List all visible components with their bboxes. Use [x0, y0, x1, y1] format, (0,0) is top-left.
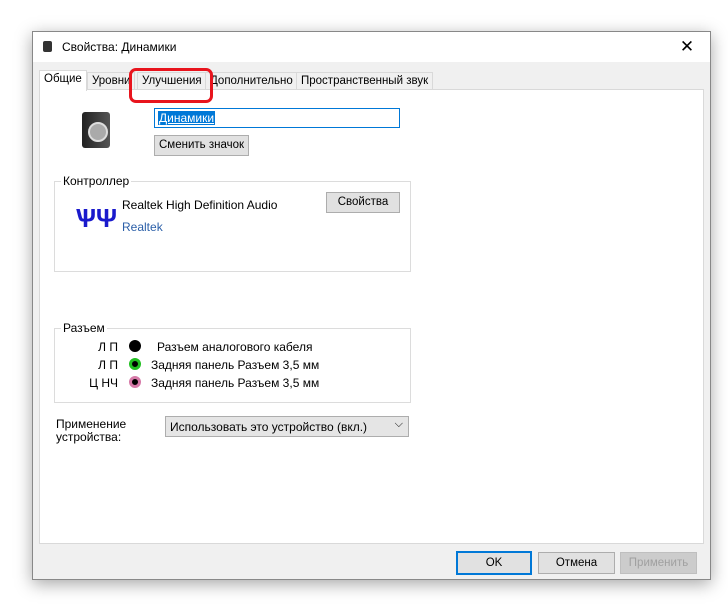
- chevron-down-icon: ⌵: [394, 418, 403, 430]
- jack-channel: Л П: [98, 340, 118, 354]
- cancel-button[interactable]: Отмена: [538, 552, 615, 574]
- usage-dropdown[interactable]: Использовать это устройство (вкл.) ⌵: [165, 416, 409, 437]
- jack-label: Задняя панель Разъем 3,5 мм: [151, 358, 320, 372]
- controller-name: Realtek High Definition Audio: [122, 198, 278, 212]
- jacks-group: Разъем Л П Разъем аналогового кабеля Л П…: [54, 321, 411, 403]
- jack-label: Задняя панель Разъем 3,5 мм: [151, 376, 320, 390]
- close-button[interactable]: ✕: [664, 32, 710, 62]
- realtek-logo-icon: ѰΨ: [75, 203, 118, 233]
- change-icon-button[interactable]: Сменить значок: [154, 135, 249, 156]
- usage-label: Применение: [56, 417, 127, 431]
- speaker-device-icon: [82, 112, 110, 148]
- title-bar: Свойства: Динамики ✕: [33, 32, 710, 62]
- tab-spatial-sound[interactable]: Пространственный звук: [296, 72, 434, 90]
- speaker-icon: [43, 41, 52, 52]
- jack-black-icon: [129, 340, 141, 352]
- tab-general[interactable]: Общие: [39, 70, 87, 91]
- window-title: Свойства: Динамики: [62, 40, 177, 54]
- tab-advanced[interactable]: Дополнительно: [205, 72, 298, 90]
- controller-vendor-link[interactable]: Realtek: [122, 220, 163, 234]
- usage-label-2: устройства:: [56, 430, 122, 444]
- device-name-input[interactable]: Динамики: [154, 108, 400, 128]
- usage-selected-value: Использовать это устройство (вкл.): [170, 420, 368, 434]
- jacks-legend: Разъем: [61, 321, 107, 335]
- jack-green-icon: [129, 358, 141, 370]
- controller-properties-button[interactable]: Свойства: [326, 192, 400, 213]
- properties-dialog: Свойства: Динамики ✕ Общие Уровни Улучше…: [32, 31, 711, 580]
- jack-pink-icon: [129, 376, 141, 388]
- general-panel: Динамики Сменить значок Контроллер ѰΨ Re…: [39, 89, 704, 544]
- jack-label: Разъем аналогового кабеля: [157, 340, 313, 354]
- controller-legend: Контроллер: [61, 174, 132, 188]
- jack-channel: Ц НЧ: [89, 376, 118, 390]
- ok-button[interactable]: OK: [456, 551, 532, 575]
- jack-channel: Л П: [98, 358, 118, 372]
- highlight-annotation: [129, 68, 213, 103]
- controller-group: Контроллер ѰΨ Realtek High Definition Au…: [54, 174, 411, 272]
- apply-button[interactable]: Применить: [620, 552, 697, 574]
